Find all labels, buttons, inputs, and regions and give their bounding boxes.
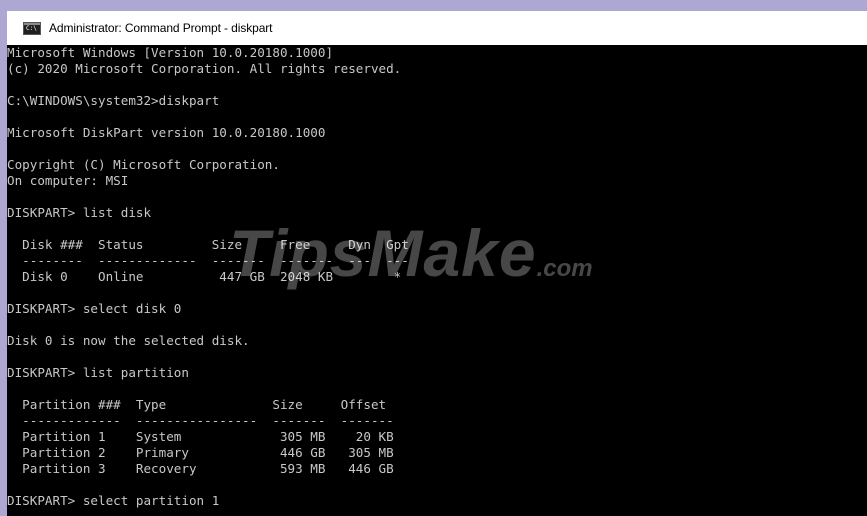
command-prompt-window[interactable]: C:\ Administrator: Command Prompt - disk… [7, 11, 867, 516]
console-line: C:\WINDOWS\system32>diskpart [7, 93, 220, 108]
window-title: Administrator: Command Prompt - diskpart [49, 21, 273, 35]
console-line: -------- ------------- ------- ------- -… [7, 253, 409, 268]
console-line: Partition 3 Recovery 593 MB 446 GB [7, 461, 394, 476]
console-line: Partition 1 System 305 MB 20 KB [7, 429, 394, 444]
console-line: Disk 0 is now the selected disk. [7, 333, 250, 348]
console-line: Microsoft DiskPart version 10.0.20180.10… [7, 125, 326, 140]
console-output[interactable]: Microsoft Windows [Version 10.0.20180.10… [7, 45, 867, 516]
cmd-icon: C:\ [23, 21, 41, 35]
console-line: On computer: MSI [7, 173, 129, 188]
console-line: DISKPART> select disk 0 [7, 301, 182, 316]
console-line: Copyright (C) Microsoft Corporation. [7, 157, 280, 172]
console-line: Disk ### Status Size Free Dyn Gpt [7, 237, 409, 252]
console-line: Partition 2 Primary 446 GB 305 MB [7, 445, 394, 460]
console-line: Partition ### Type Size Offset [7, 397, 387, 412]
console-line: (c) 2020 Microsoft Corporation. All righ… [7, 61, 402, 76]
console-line: DISKPART> list disk [7, 205, 152, 220]
console-line: ------------- ---------------- ------- -… [7, 413, 394, 428]
title-bar[interactable]: C:\ Administrator: Command Prompt - disk… [7, 11, 867, 45]
console-line: DISKPART> list partition [7, 365, 189, 380]
console-line: DISKPART> select partition 1 [7, 493, 220, 508]
console-line: Disk 0 Online 447 GB 2048 KB * [7, 269, 402, 284]
console-line: Microsoft Windows [Version 10.0.20180.10… [7, 45, 334, 60]
